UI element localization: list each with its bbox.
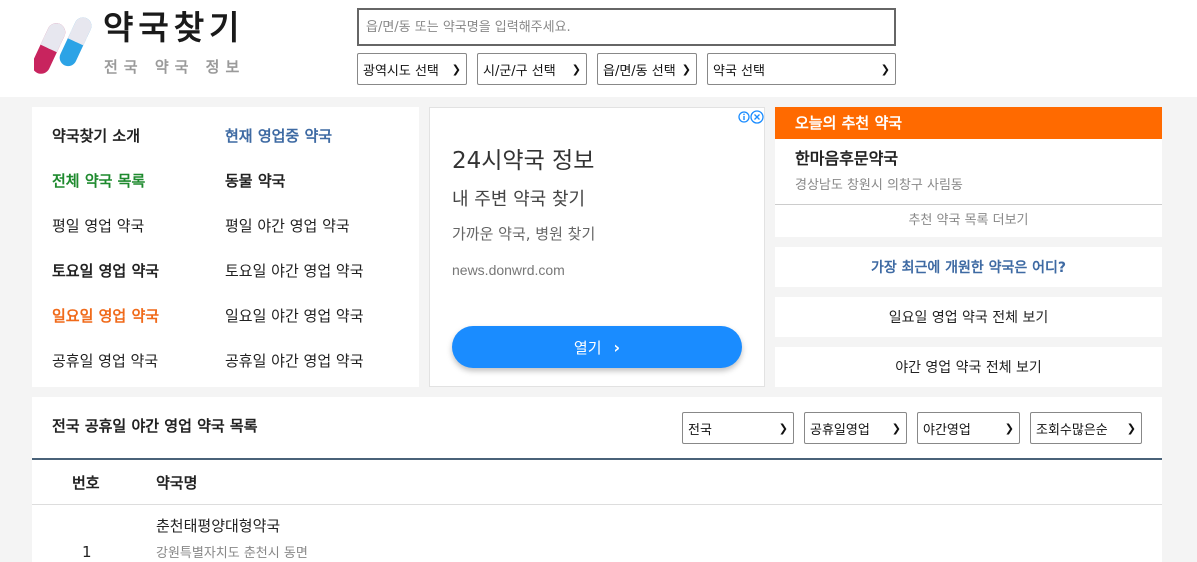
- menu-weekday-link[interactable]: 평일 영업 약국: [52, 216, 144, 236]
- area-filter-value: 전국: [688, 422, 712, 438]
- row-number: 1: [82, 543, 92, 561]
- time-filter-select[interactable]: 야간영업 ❯: [917, 412, 1020, 444]
- menu-weekday-night-link[interactable]: 평일 야간 영업 약국: [225, 216, 350, 236]
- table-row[interactable]: 1 춘천태평양대형약국 강원특별자치도 춘천시 동면: [32, 505, 1162, 562]
- menu-intro-link[interactable]: 약국찾기 소개: [52, 126, 140, 146]
- ad-close-icon: [750, 110, 764, 124]
- recommend-pharmacy-name[interactable]: 한마음후문약국: [795, 148, 898, 170]
- town-select[interactable]: 읍/면/동 선택 ❯: [597, 53, 697, 85]
- ad-choices[interactable]: [738, 108, 764, 126]
- menu-animal-link[interactable]: 동물 약국: [225, 171, 285, 191]
- logo-title[interactable]: 약국찾기: [103, 8, 244, 48]
- chevron-right-icon: ›: [613, 337, 621, 357]
- pharmacy-select[interactable]: 약국 선택 ❯: [707, 53, 896, 85]
- chevron-down-icon: ❯: [1126, 421, 1136, 435]
- town-select-value: 읍/면/동 선택: [603, 63, 676, 79]
- day-filter-select[interactable]: 공휴일영업 ❯: [804, 412, 907, 444]
- chevron-down-icon: ❯: [681, 62, 691, 76]
- newest-pharmacy-link[interactable]: 가장 최근에 개원한 약국은 어디?: [775, 247, 1162, 287]
- night-all-link[interactable]: 야간 영업 약국 전체 보기: [775, 347, 1162, 387]
- row-pharmacy-name[interactable]: 춘천태평양대형약국: [156, 516, 280, 536]
- ad-subtitle: 내 주변 약국 찾기: [452, 189, 586, 210]
- menu-all-list-link[interactable]: 전체 약국 목록: [52, 171, 145, 191]
- recommend-pharmacy-address: 경상남도 창원시 의창구 사림동: [795, 178, 963, 193]
- day-filter-value: 공휴일영업: [810, 422, 870, 438]
- menu-saturday-night-link[interactable]: 토요일 야간 영업 약국: [225, 261, 364, 281]
- chevron-down-icon: ❯: [891, 421, 901, 435]
- menu-holiday-night-link[interactable]: 공휴일 야간 영업 약국: [225, 351, 364, 371]
- list-header: 전국 공휴일 야간 영업 약국 목록 전국 ❯ 공휴일영업 ❯ 야간영업 ❯ 조회수많…: [32, 397, 1162, 460]
- recommend-card: 한마음후문약국 경상남도 창원시 의창구 사림동 추천 약국 목록 더보기: [775, 139, 1162, 237]
- ad-title: 24시약국 정보: [452, 148, 595, 174]
- logo-subtitle: 전국 약국 정보: [104, 58, 246, 76]
- column-number-header: 번호: [72, 474, 100, 492]
- chevron-down-icon: ❯: [880, 62, 890, 76]
- search-input[interactable]: [357, 8, 896, 46]
- pharmacy-select-value: 약국 선택: [713, 63, 765, 79]
- menu-sunday-link[interactable]: 일요일 영업 약국: [52, 306, 159, 326]
- ad-url: news.donwrd.com: [452, 262, 565, 278]
- table-header: 번호 약국명: [32, 460, 1162, 505]
- ad-open-button[interactable]: 열기 ›: [452, 326, 742, 368]
- chevron-down-icon: ❯: [451, 62, 461, 76]
- column-name-header: 약국명: [156, 474, 198, 492]
- row-pharmacy-address: 강원특별자치도 춘천시 동면: [156, 546, 308, 561]
- chevron-down-icon: ❯: [1004, 421, 1014, 435]
- city-select[interactable]: 시/군/구 선택 ❯: [477, 53, 587, 85]
- region-select[interactable]: 광역시도 선택 ❯: [357, 53, 467, 85]
- menu-saturday-link[interactable]: 토요일 영업 약국: [52, 261, 159, 281]
- sunday-all-link[interactable]: 일요일 영업 약국 전체 보기: [775, 297, 1162, 337]
- menu-panel: 약국찾기 소개 현재 영업중 약국 전체 약국 목록 동물 약국 평일 영업 약…: [32, 107, 419, 387]
- menu-open-now-link[interactable]: 현재 영업중 약국: [225, 126, 332, 146]
- pill-capsule-icon[interactable]: [34, 14, 92, 76]
- recommend-heading: 오늘의 추천 약국: [775, 107, 1162, 139]
- chevron-down-icon: ❯: [571, 62, 581, 76]
- menu-sunday-night-link[interactable]: 일요일 야간 영업 약국: [225, 306, 364, 326]
- time-filter-value: 야간영업: [923, 422, 971, 438]
- info-icon: [738, 111, 750, 123]
- sort-select-value: 조회수많은순: [1036, 422, 1108, 438]
- city-select-value: 시/군/구 선택: [483, 63, 556, 79]
- area-filter-select[interactable]: 전국 ❯: [682, 412, 794, 444]
- menu-holiday-link[interactable]: 공휴일 영업 약국: [52, 351, 158, 371]
- recommend-more-link[interactable]: 추천 약국 목록 더보기: [775, 205, 1162, 237]
- chevron-down-icon: ❯: [778, 421, 788, 435]
- ad-open-label: 열기: [573, 338, 602, 357]
- header: 약국찾기 전국 약국 정보 광역시도 선택 ❯ 시/군/구 선택 ❯ 읍/면/동 선…: [0, 0, 1197, 97]
- list-title: 전국 공휴일 야간 영업 약국 목록: [52, 417, 258, 435]
- sort-select[interactable]: 조회수많은순 ❯: [1030, 412, 1142, 444]
- ad-description: 가까운 약국, 병원 찾기: [452, 225, 596, 243]
- region-select-value: 광역시도 선택: [363, 63, 439, 79]
- ad-panel[interactable]: 24시약국 정보 내 주변 약국 찾기 가까운 약국, 병원 찾기 news.d…: [429, 107, 765, 387]
